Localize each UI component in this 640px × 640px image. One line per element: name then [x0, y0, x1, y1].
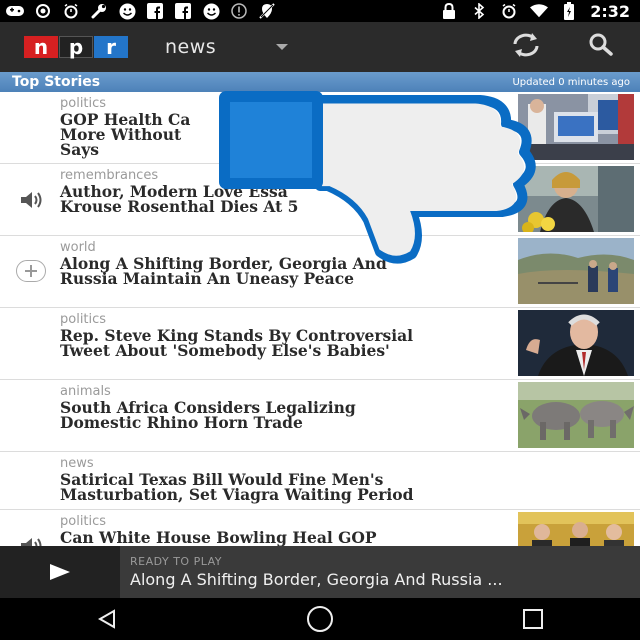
lock-icon: [440, 3, 458, 19]
updated-status: Updated 0 minutes ago: [512, 76, 630, 88]
speaker-icon[interactable]: [16, 534, 46, 546]
facebook-icon: [146, 3, 164, 19]
refresh-icon[interactable]: [510, 32, 542, 62]
battery-icon: [560, 2, 578, 20]
story-category: politics: [60, 96, 107, 111]
blocked-location-icon: [258, 3, 276, 19]
location-icon: [34, 3, 52, 19]
story-item[interactable]: politics Can White House Bowling Heal GO…: [0, 510, 640, 546]
bluetooth-icon: [470, 3, 488, 19]
alarm-icon: [62, 3, 80, 19]
story-category: politics: [60, 312, 107, 327]
story-title: Can White House Bowling Heal GOP: [60, 528, 377, 546]
story-title: Rep. Steve King Stands By Controversial …: [60, 326, 414, 360]
player-title: Along A Shifting Border, Georgia And Rus…: [130, 570, 503, 589]
now-playing-bar[interactable]: READY TO PLAY Along A Shifting Border, G…: [0, 546, 640, 598]
story-item[interactable]: news Satirical Texas Bill Would Fine Men…: [0, 452, 640, 510]
info-icon: [230, 3, 248, 19]
speaker-icon[interactable]: [16, 188, 46, 212]
back-icon[interactable]: [77, 599, 137, 639]
search-icon[interactable]: [588, 32, 614, 62]
add-to-playlist-icon[interactable]: [16, 260, 46, 282]
wrench-icon: [90, 3, 108, 19]
story-thumbnail: [518, 512, 634, 546]
dropdown-arrow-icon[interactable]: [276, 44, 289, 50]
wifi-icon: [530, 3, 549, 19]
story-thumbnail: [518, 382, 634, 448]
npr-logo[interactable]: n p r: [24, 35, 129, 59]
story-category: animals: [60, 384, 111, 399]
section-selector[interactable]: news: [165, 36, 216, 58]
app-bar: n p r news: [0, 22, 640, 72]
story-category: remembrances: [60, 168, 159, 183]
story-category: politics: [60, 514, 107, 529]
clock-time: 2:32: [590, 1, 630, 21]
story-thumbnail: [518, 310, 634, 376]
smiley-icon: [202, 3, 220, 19]
recents-icon[interactable]: [503, 599, 563, 639]
alarm-icon: [500, 3, 518, 19]
page-title: Top Stories: [12, 74, 101, 90]
facebook-icon: [174, 3, 192, 19]
logo-letter-p: p: [59, 35, 93, 59]
status-bar: 2:32: [0, 0, 640, 22]
home-icon[interactable]: [290, 599, 350, 639]
navigation-bar: [0, 598, 640, 640]
logo-letter-r: r: [94, 35, 128, 59]
story-title: Satirical Texas Bill Would Fine Men's Ma…: [60, 470, 414, 504]
gamepad-icon: [6, 3, 24, 19]
play-button[interactable]: [0, 546, 120, 598]
player-status: READY TO PLAY: [130, 555, 222, 568]
thumbs-down-icon: [216, 88, 546, 266]
story-title: South Africa Considers Legalizing Domest…: [60, 398, 356, 432]
story-item[interactable]: politics Rep. Steve King Stands By Contr…: [0, 308, 640, 380]
story-item[interactable]: animals South Africa Considers Legalizin…: [0, 380, 640, 452]
story-category: world: [60, 240, 96, 255]
logo-letter-n: n: [24, 35, 58, 59]
story-category: news: [60, 456, 94, 471]
smiley-icon: [118, 3, 136, 19]
play-icon: [50, 564, 70, 580]
